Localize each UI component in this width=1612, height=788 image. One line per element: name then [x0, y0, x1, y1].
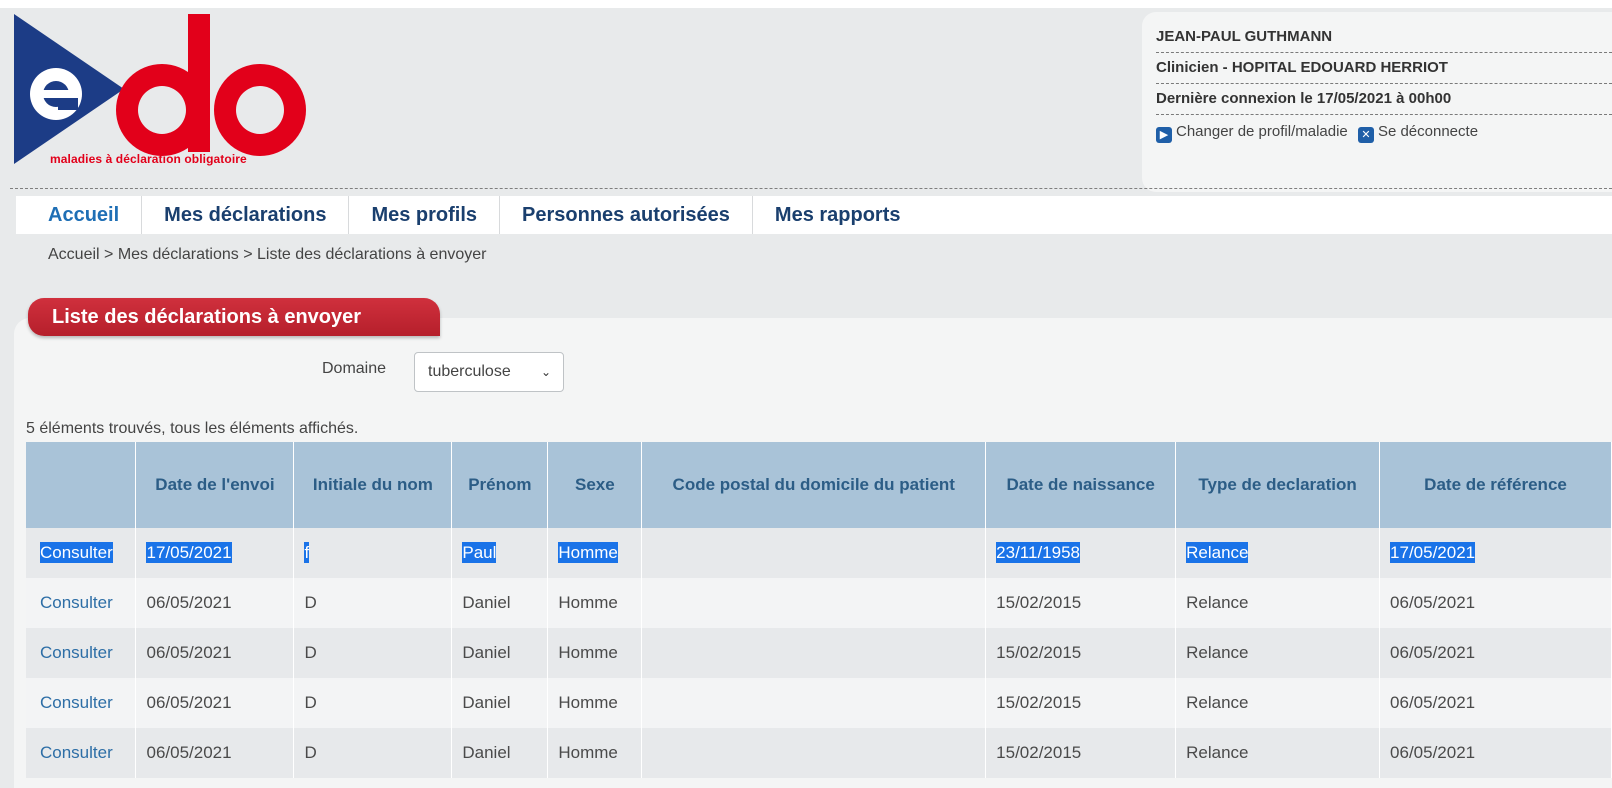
cell-date-envoi: 06/05/2021: [135, 628, 295, 678]
col-header-sexe[interactable]: Sexe: [547, 442, 643, 528]
col-header-date-naissance[interactable]: Date de naissance: [985, 442, 1177, 528]
cell-text: 17/05/2021: [146, 542, 232, 563]
cell-text: 17/05/2021: [1390, 542, 1476, 563]
header-separator: [10, 188, 1612, 189]
col-header-type-declaration[interactable]: Type de declaration: [1175, 442, 1381, 528]
cell-code-postal: [641, 528, 987, 578]
cell-sexe: Homme: [547, 628, 643, 678]
cell-initiale: D: [293, 578, 453, 628]
logout-label: Se déconnecte: [1377, 123, 1479, 140]
cell-sexe: Homme: [547, 528, 643, 578]
cell-date-envoi: 06/05/2021: [135, 678, 295, 728]
nav-item-mes-profils[interactable]: Mes profils: [349, 196, 501, 234]
last-login: Dernière connexion le 17/05/2021 à 00h00: [1156, 84, 1612, 115]
cell-code-postal: [641, 578, 987, 628]
page-background: maladies à déclaration obligatoire JEAN-…: [0, 8, 1612, 788]
user-name: JEAN-PAUL GUTHMANN: [1156, 22, 1612, 53]
table-header-row: Date de l'envoi Initiale du nom Prénom S…: [26, 442, 1612, 528]
col-header-date-envoi[interactable]: Date de l'envoi: [135, 442, 295, 528]
cell-text: Homme: [558, 542, 618, 563]
cell-date-naissance: 15/02/2015: [985, 628, 1177, 678]
consulter-link[interactable]: Consulter: [26, 528, 137, 578]
col-header-action: [26, 442, 137, 528]
cell-text: 23/11/1958: [996, 542, 1080, 563]
cell-prenom: Daniel: [451, 728, 549, 778]
cell-text: Consulter: [40, 542, 113, 563]
cell-initiale: D: [293, 678, 453, 728]
cell-date-naissance: 15/02/2015: [985, 728, 1177, 778]
domain-select[interactable]: tuberculose ⌄: [414, 352, 564, 392]
domain-label: Domaine: [322, 360, 387, 377]
logo-tagline: maladies à déclaration obligatoire: [50, 152, 247, 166]
cell-date-reference: 06/05/2021: [1379, 678, 1612, 728]
cell-type-declaration: Relance: [1175, 528, 1381, 578]
cell-type-declaration: Relance: [1175, 628, 1381, 678]
change-profile-label: Changer de profil/maladie: [1176, 123, 1348, 140]
table-row: Consulter 06/05/2021 D Daniel Homme 15/0…: [26, 578, 1612, 628]
cell-date-naissance: 15/02/2015: [985, 678, 1177, 728]
cell-sexe: Homme: [547, 678, 643, 728]
cell-prenom: Daniel: [451, 578, 549, 628]
nav-item-mes-rapports[interactable]: Mes rapports: [753, 196, 923, 234]
cell-prenom: Paul: [451, 528, 549, 578]
col-header-initiale[interactable]: Initiale du nom: [293, 442, 453, 528]
section-title: Liste des déclarations à envoyer: [28, 298, 440, 336]
nav-item-accueil[interactable]: Accueil: [16, 196, 143, 234]
results-count: 5 éléments trouvés, tous les éléments af…: [26, 420, 359, 437]
nav-item-mes-declarations[interactable]: Mes déclarations: [142, 196, 350, 234]
consulter-link[interactable]: Consulter: [26, 628, 137, 678]
cell-prenom: Daniel: [451, 678, 549, 728]
play-icon: ▶: [1156, 127, 1172, 143]
cell-date-reference: 17/05/2021: [1379, 528, 1612, 578]
user-actions: ▶ Changer de profil/maladie ✕ Se déconnect…: [1156, 115, 1612, 147]
nav-item-personnes-autorisees[interactable]: Personnes autorisées: [500, 196, 753, 234]
cell-text: Relance: [1186, 542, 1249, 563]
col-header-prenom[interactable]: Prénom: [451, 442, 549, 528]
main-nav: Accueil Mes déclarations Mes profils Per…: [16, 196, 1612, 234]
cell-date-envoi: 17/05/2021: [135, 528, 295, 578]
cell-text: f: [304, 542, 310, 563]
cell-type-declaration: Relance: [1175, 728, 1381, 778]
breadcrumb: Accueil > Mes déclarations > Liste des d…: [48, 246, 487, 263]
cell-code-postal: [641, 678, 987, 728]
col-header-code-postal[interactable]: Code postal du domicile du patient: [641, 442, 987, 528]
cell-date-reference: 06/05/2021: [1379, 628, 1612, 678]
chevron-down-icon: ⌄: [540, 365, 551, 379]
cell-date-naissance: 23/11/1958: [985, 528, 1177, 578]
consulter-link[interactable]: Consulter: [26, 578, 137, 628]
cell-initiale: D: [293, 628, 453, 678]
cell-date-envoi: 06/05/2021: [135, 728, 295, 778]
table-row: Consulter 06/05/2021 D Daniel Homme 15/0…: [26, 678, 1612, 728]
domain-select-value: tuberculose: [428, 363, 511, 380]
cell-initiale: f: [293, 528, 453, 578]
cell-type-declaration: Relance: [1175, 578, 1381, 628]
edo-logo[interactable]: maladies à déclaration obligatoire: [14, 14, 314, 174]
consulter-link[interactable]: Consulter: [26, 678, 137, 728]
logout-link[interactable]: ✕ Se déconnecte: [1352, 123, 1479, 143]
cell-type-declaration: Relance: [1175, 678, 1381, 728]
cell-sexe: Homme: [547, 728, 643, 778]
user-panel: JEAN-PAUL GUTHMANN Clinicien - HOPITAL E…: [1142, 12, 1612, 192]
cell-date-reference: 06/05/2021: [1379, 728, 1612, 778]
cell-code-postal: [641, 728, 987, 778]
consulter-link[interactable]: Consulter: [26, 728, 137, 778]
cell-initiale: D: [293, 728, 453, 778]
close-icon: ✕: [1357, 127, 1374, 143]
cell-code-postal: [641, 628, 987, 678]
col-header-date-reference[interactable]: Date de référence: [1379, 442, 1612, 528]
cell-date-reference: 06/05/2021: [1379, 578, 1612, 628]
table-row: Consulter 17/05/2021 f Paul Homme 23/11/…: [26, 528, 1612, 578]
cell-date-naissance: 15/02/2015: [985, 578, 1177, 628]
table-row: Consulter 06/05/2021 D Daniel Homme 15/0…: [26, 628, 1612, 678]
cell-prenom: Daniel: [451, 628, 549, 678]
declarations-table: Date de l'envoi Initiale du nom Prénom S…: [26, 442, 1612, 778]
user-role: Clinicien - HOPITAL EDOUARD HERRIOT: [1156, 53, 1612, 84]
cell-date-envoi: 06/05/2021: [135, 578, 295, 628]
table-row: Consulter 06/05/2021 D Daniel Homme 15/0…: [26, 728, 1612, 778]
change-profile-link[interactable]: ▶ Changer de profil/maladie: [1156, 123, 1348, 143]
cell-text: Paul: [462, 542, 497, 563]
edo-logo-mark: [14, 14, 306, 164]
cell-sexe: Homme: [547, 578, 643, 628]
